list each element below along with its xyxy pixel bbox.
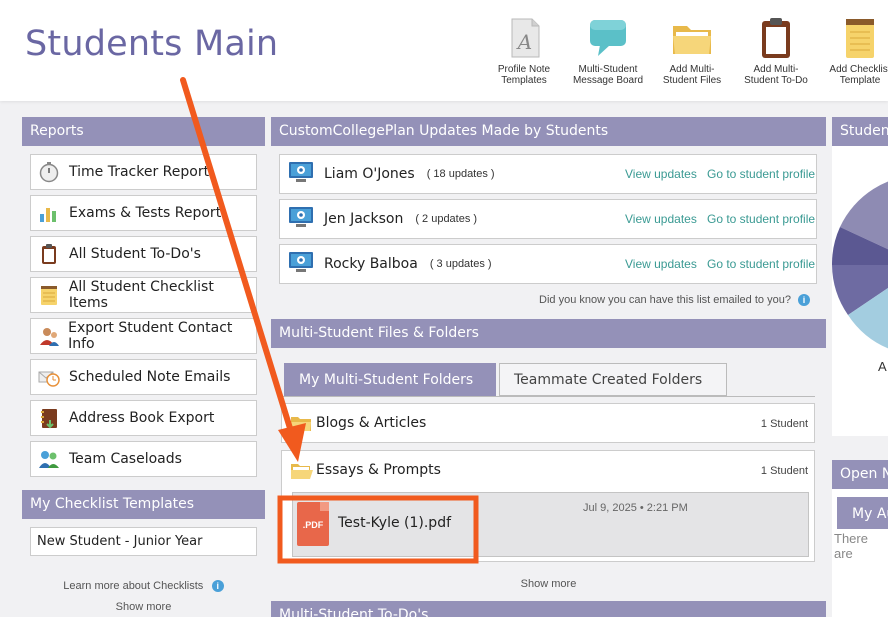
annotation-overlay [180, 77, 479, 564]
annotation-arrow-line [180, 77, 296, 441]
annotation-arrow-head [278, 423, 306, 462]
highlight-box [277, 495, 479, 564]
